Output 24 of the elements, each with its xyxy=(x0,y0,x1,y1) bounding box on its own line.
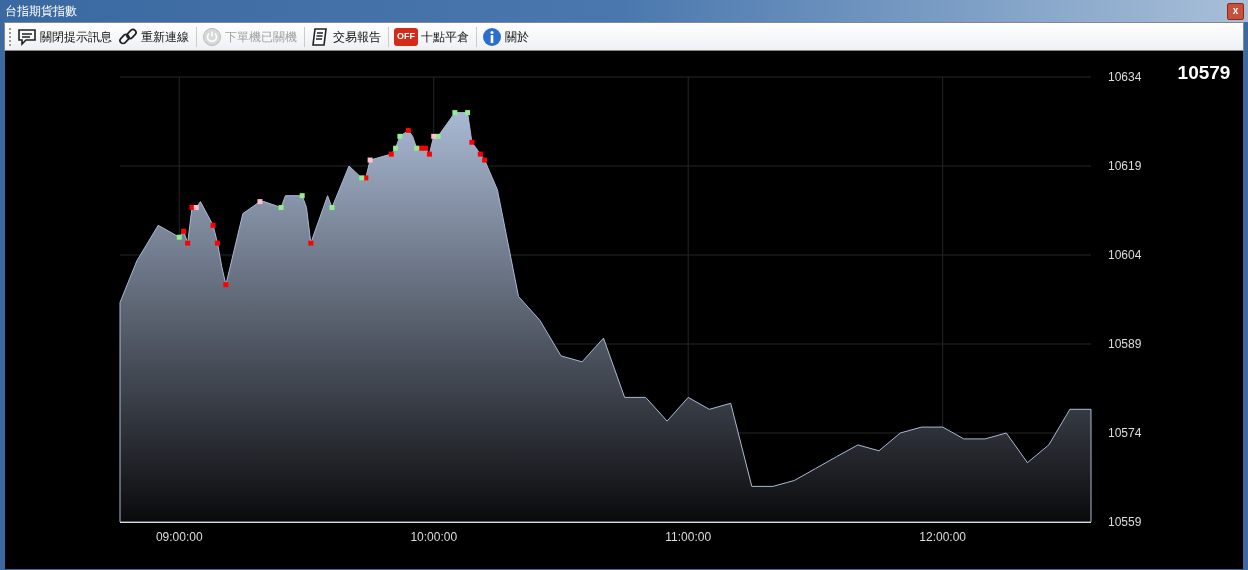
toolbar-button[interactable]: 關於 xyxy=(480,26,531,47)
x-axis-label: 09:00:00 xyxy=(155,530,203,544)
toolbar-button[interactable]: 交易報告 xyxy=(308,26,383,47)
power-icon xyxy=(202,26,222,47)
toolbar-button[interactable]: 重新連線 xyxy=(116,26,191,47)
x-axis-label: 11:00:00 xyxy=(665,530,712,544)
off-switch-icon: OFF xyxy=(394,27,418,46)
x-axis-label: 12:00:00 xyxy=(919,530,966,544)
y-axis-label: 10604 xyxy=(1108,248,1142,262)
y-axis-label: 10559 xyxy=(1108,515,1142,529)
y-axis-label: 10589 xyxy=(1108,337,1142,351)
current-price: 10579 xyxy=(1177,61,1231,85)
chain-link-icon xyxy=(118,26,138,47)
x-axis-label: 10:00:00 xyxy=(410,530,458,544)
y-axis-label: 10634 xyxy=(1108,70,1142,84)
y-axis-label: 10619 xyxy=(1108,159,1142,173)
y-axis-label: 10574 xyxy=(1108,426,1142,440)
speech-bubble-icon xyxy=(17,27,37,46)
window-title: 台指期貨指數 xyxy=(5,3,77,20)
document-icon xyxy=(310,26,330,47)
toolbar-button[interactable]: OFF 十點平倉 xyxy=(392,27,471,46)
info-icon xyxy=(482,26,502,47)
toolbar-button[interactable]: 關閉提示訊息 xyxy=(15,27,114,46)
close-button[interactable]: x xyxy=(1227,2,1244,20)
